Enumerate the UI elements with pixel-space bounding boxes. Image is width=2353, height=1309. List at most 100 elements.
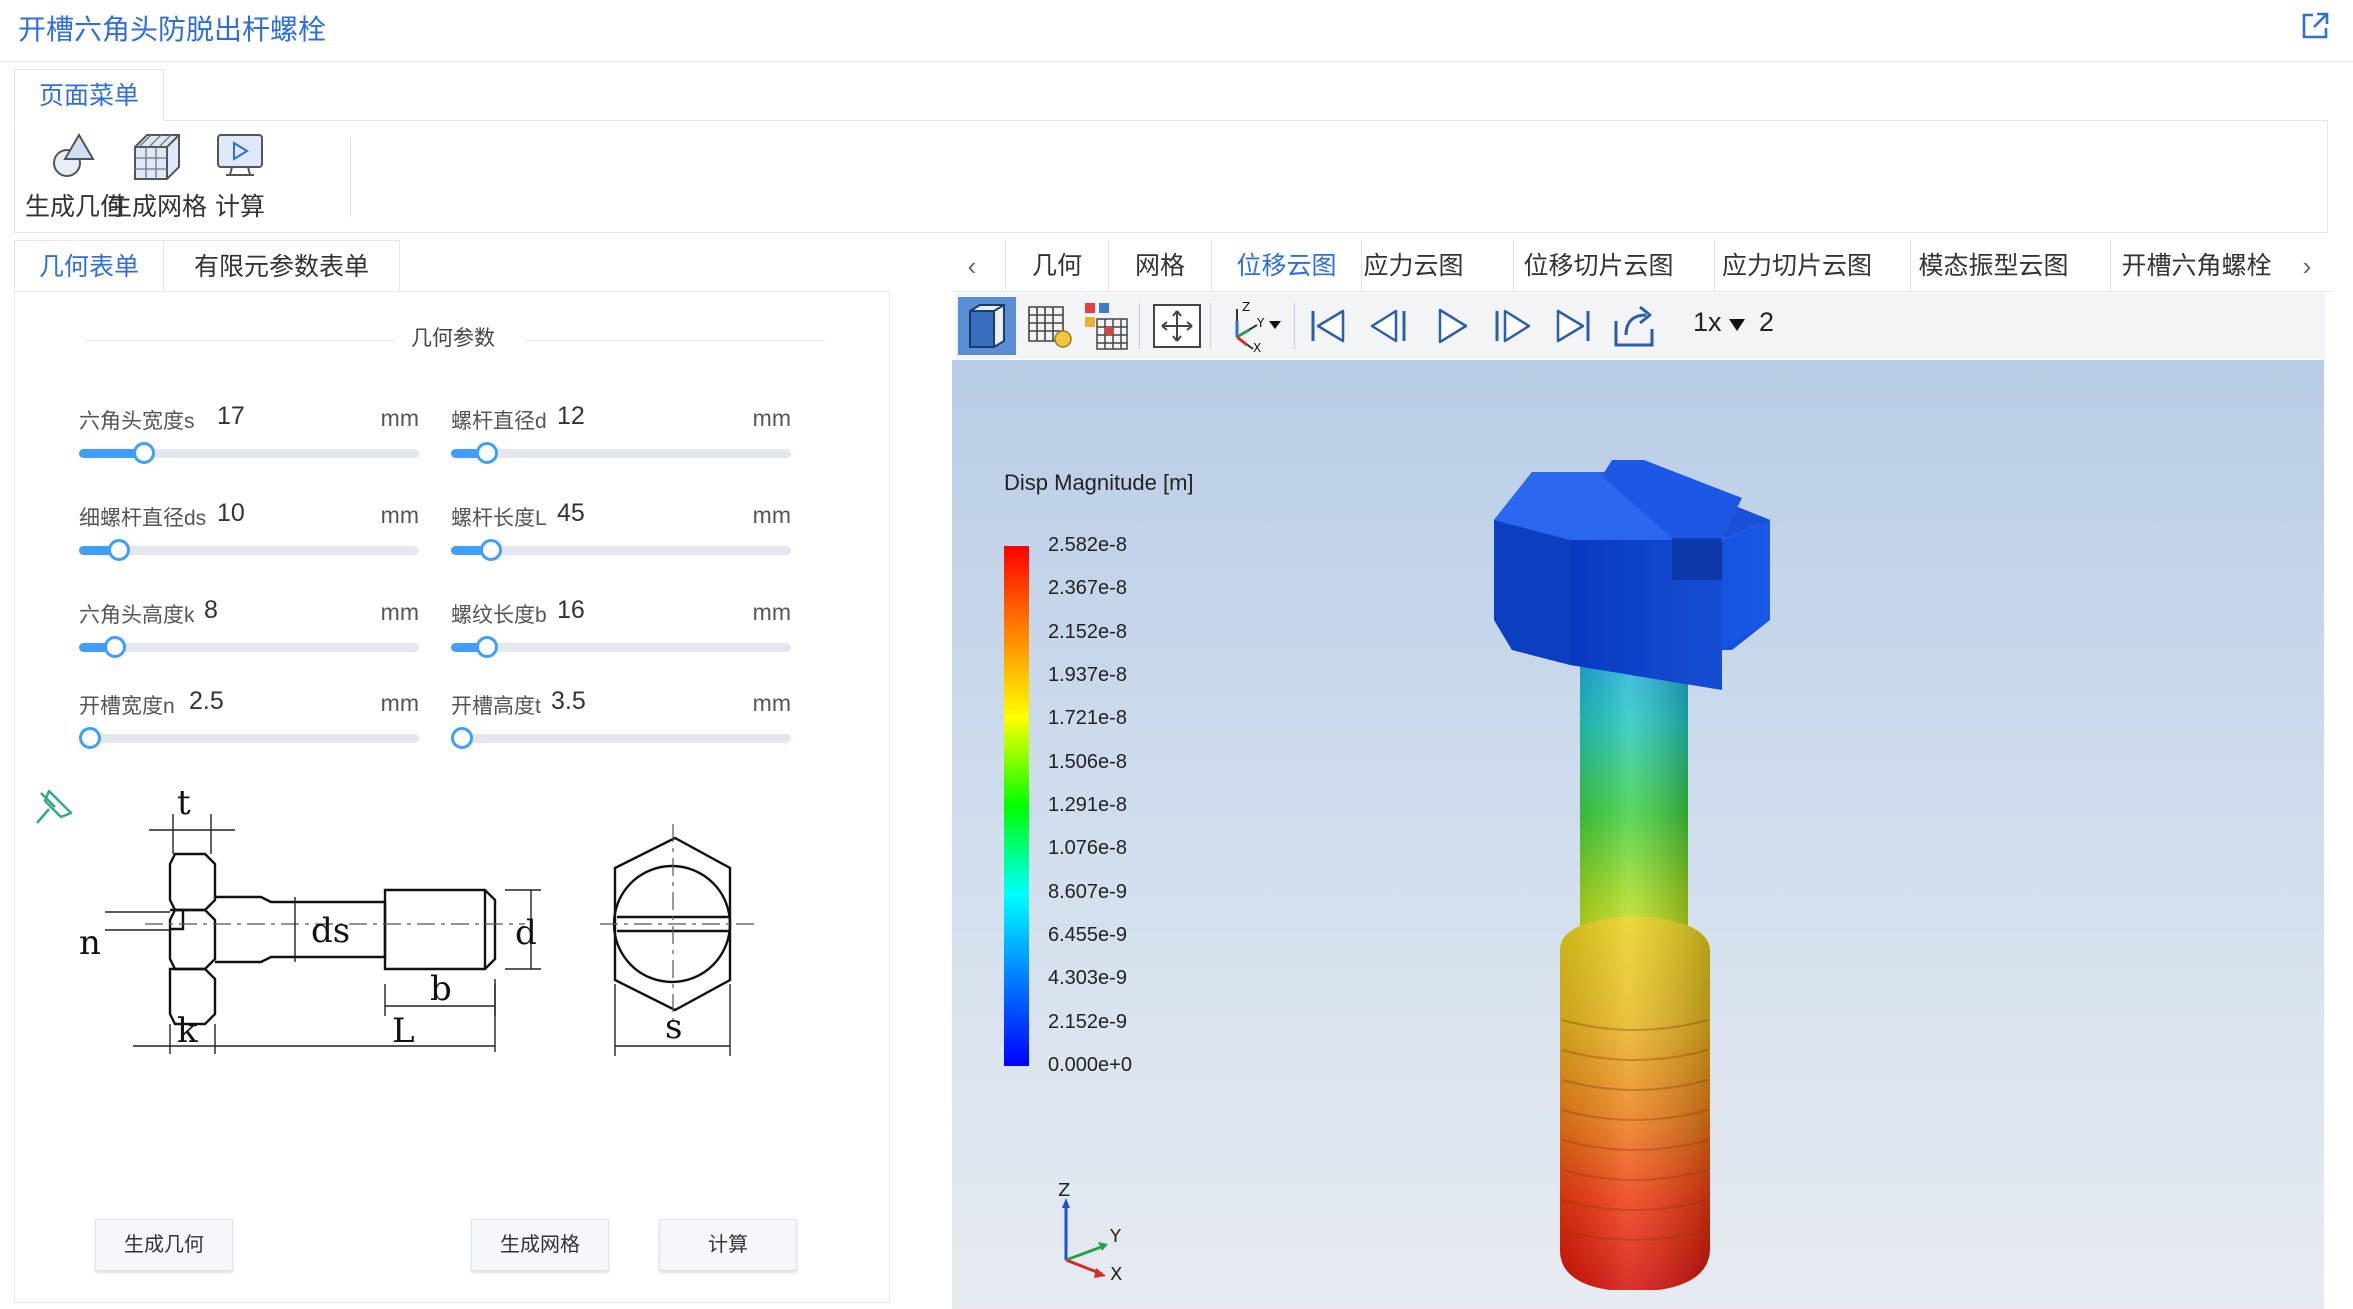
axis-label-z: Z [1058, 1180, 1070, 1201]
result-tabs: ‹ 几何 网格 位移云图 应力云图 位移切片云图 应力切片云图 模态振型云图 开… [952, 240, 2332, 292]
slider-thumb[interactable] [479, 539, 502, 561]
param-slot-width-n: 开槽宽度n 2.5 mm [79, 687, 419, 760]
mesh-icon [134, 134, 180, 180]
param-slider[interactable] [79, 727, 419, 749]
svg-text:Z: Z [1242, 300, 1250, 314]
compute-button[interactable]: 计算 [659, 1219, 797, 1271]
frame-number: 2 [1759, 307, 1775, 337]
last-frame-button[interactable] [1544, 297, 1602, 355]
slider-thumb[interactable] [104, 636, 127, 658]
param-slider[interactable] [79, 442, 419, 464]
geometry-icon [53, 133, 95, 177]
param-value: 17 [217, 402, 245, 430]
param-unit: mm [380, 502, 419, 528]
dim-label-t: t [177, 784, 191, 823]
mesh-toggle-button[interactable] [1021, 297, 1079, 355]
fit-view-icon [1153, 304, 1201, 348]
tab-stress-contour[interactable]: 应力云图 [1361, 240, 1465, 292]
legend-value: 1.506e-8 [1048, 750, 1127, 773]
param-thin-shank-diameter-ds: 细螺杆直径ds 10 mm [79, 499, 419, 572]
ribbon-compute-label: 计算 [214, 193, 265, 221]
next-frame-button[interactable] [1483, 297, 1541, 355]
param-unit: mm [380, 690, 419, 716]
tab-stress-slice[interactable]: 应力切片云图 [1714, 240, 1879, 292]
param-slider[interactable] [451, 442, 791, 464]
legend-value: 0.000e+0 [1048, 1054, 1132, 1076]
tabs-prev-arrow[interactable]: ‹ [952, 240, 992, 292]
param-value: 45 [557, 499, 585, 527]
param-unit: mm [752, 599, 791, 625]
slider-thumb[interactable] [476, 636, 499, 658]
geometry-form-panel: 几何参数 六角头宽度s 17 mm 螺杆直径d 12 mm 细螺杆直径ds 10 [14, 291, 890, 1303]
param-unit: mm [380, 599, 419, 625]
tab-mesh[interactable]: 网格 [1108, 240, 1211, 292]
legend-value: 2.152e-9 [1048, 1010, 1127, 1033]
param-thread-length-b: 螺纹长度b 16 mm [451, 596, 791, 669]
left-panel-tabs: 几何表单 有限元参数表单 [14, 240, 894, 292]
param-slider[interactable] [451, 727, 791, 749]
legend-color-bar [1004, 546, 1029, 1066]
tab-slotted-hex-bolt[interactable]: 开槽六角螺栓 [2110, 240, 2282, 292]
bolt-dimension-drawing: t n ds d b k L s [79, 784, 755, 1056]
param-slider[interactable] [79, 636, 419, 658]
fit-view-button[interactable] [1148, 297, 1206, 355]
generate-geometry-button[interactable]: 生成几何 [95, 1219, 233, 1271]
axes-orientation-button[interactable]: Z Y X [1217, 297, 1287, 355]
param-value: 3.5 [551, 687, 586, 715]
slider-thumb[interactable] [451, 727, 473, 749]
export-icon [1614, 305, 1654, 347]
legend-value: 1.076e-8 [1048, 837, 1127, 860]
external-link-icon[interactable] [2299, 10, 2331, 42]
tab-displacement-contour[interactable]: 位移云图 [1211, 240, 1361, 292]
dim-label-k: k [177, 1011, 198, 1051]
slider-thumb[interactable] [133, 442, 156, 464]
result-viewport[interactable]: Disp Magnitude [m] 2.582e-8 2.367e-8 2.152… [952, 360, 2324, 1309]
param-bolt-diameter-d: 螺杆直径d 12 mm [451, 402, 791, 475]
slider-thumb[interactable] [79, 727, 101, 749]
tab-displacement-slice[interactable]: 位移切片云图 [1513, 240, 1683, 292]
ribbon-toolbar: 生成几何 生成网格 计算 [14, 120, 2328, 233]
section-divider-right [525, 340, 825, 341]
play-button[interactable] [1422, 297, 1480, 355]
slider-thumb[interactable] [107, 539, 130, 561]
tab-geometry-form[interactable]: 几何表单 [14, 240, 164, 292]
param-label: 六角头高度k [79, 604, 195, 627]
view-cube-button[interactable] [958, 297, 1016, 355]
first-frame-button[interactable] [1299, 297, 1357, 355]
generate-mesh-button[interactable]: 生成网格 [471, 1219, 609, 1271]
legend-value: 8.607e-9 [1048, 880, 1127, 903]
dim-label-d: d [515, 913, 537, 953]
color-map-icon [1085, 303, 1128, 350]
axes-orientation-icon: Z Y X [1235, 300, 1281, 355]
tab-geometry[interactable]: 几何 [1005, 240, 1108, 292]
param-bolt-length-L: 螺杆长度L 45 mm [451, 499, 791, 572]
legend-value: 2.367e-8 [1048, 577, 1127, 600]
param-slider[interactable] [451, 539, 791, 561]
param-unit: mm [752, 405, 791, 431]
slider-thumb[interactable] [476, 442, 499, 464]
tab-fem-params-form[interactable]: 有限元参数表单 [163, 240, 400, 292]
prev-frame-button[interactable] [1360, 297, 1418, 355]
viewer-toolbar: Z Y X 1x 2 [955, 293, 2325, 359]
dim-label-ds: ds [311, 911, 350, 951]
param-value: 16 [557, 596, 585, 624]
next-frame-icon [1495, 309, 1531, 343]
tabs-next-arrow[interactable]: › [2287, 240, 2327, 292]
ribbon-compute-button[interactable]: 计算 [185, 131, 295, 231]
param-head-height-k: 六角头高度k 8 mm [79, 596, 419, 669]
param-value: 12 [557, 402, 585, 430]
axis-label-y: Y [1109, 1226, 1122, 1247]
param-label: 开槽高度t [451, 695, 541, 718]
export-button[interactable] [1606, 297, 1664, 355]
bolt-3d-model[interactable] [1472, 420, 1812, 1290]
param-unit: mm [752, 690, 791, 716]
tab-modal-shape[interactable]: 模态振型云图 [1910, 240, 2076, 292]
param-slider[interactable] [451, 636, 791, 658]
param-slider[interactable] [79, 539, 419, 561]
legend-value: 1.937e-8 [1048, 664, 1127, 686]
speed-dropdown-icon[interactable] [1727, 317, 1747, 333]
legend-value: 1.291e-8 [1048, 794, 1127, 816]
tab-page-menu[interactable]: 页面菜单 [14, 69, 164, 121]
playback-speed[interactable]: 1x [1693, 307, 1722, 338]
color-map-button[interactable] [1077, 297, 1135, 355]
